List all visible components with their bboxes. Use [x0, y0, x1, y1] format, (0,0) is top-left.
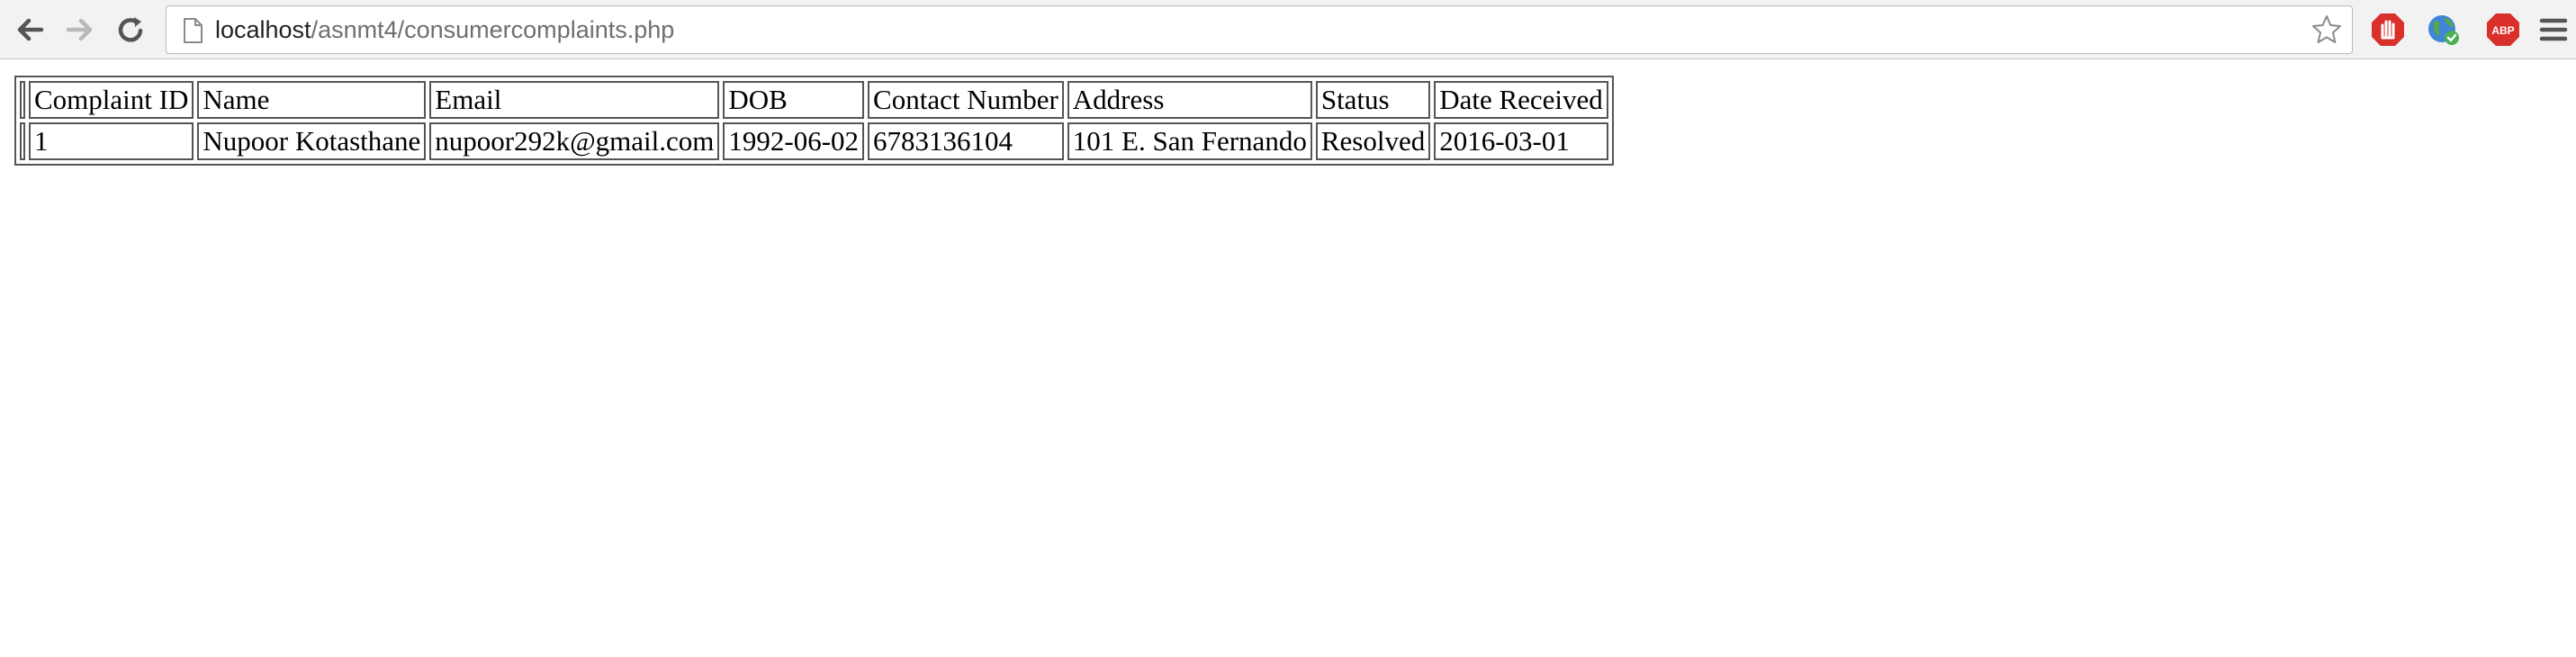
svg-text:ABP: ABP — [2491, 24, 2514, 37]
column-header: Date Received — [1434, 81, 1608, 119]
table-row: 1 Nupoor Kotasthane nupoor292k@gmail.com… — [20, 122, 1608, 160]
page-icon — [184, 18, 203, 43]
empty-cell — [20, 81, 25, 119]
browser-toolbar: localhost/asnmt4/consumercomplaints.php … — [0, 0, 2576, 59]
empty-cell — [20, 122, 25, 160]
reload-icon — [118, 17, 143, 42]
table-header-row: Complaint ID Name Email DOB Contact Numb… — [20, 81, 1608, 119]
arrow-left-icon — [17, 18, 44, 41]
table-cell: 101 E. San Fernando — [1067, 122, 1312, 160]
arrow-right-icon — [66, 18, 93, 41]
complaints-table: Complaint ID Name Email DOB Contact Numb… — [14, 76, 1614, 166]
table-cell: 1 — [29, 122, 194, 160]
globe-extension-icon[interactable] — [2426, 12, 2462, 48]
column-header: Complaint ID — [29, 81, 194, 119]
bookmark-star-icon[interactable] — [2310, 14, 2343, 46]
table-cell: Resolved — [1315, 122, 1431, 160]
forward-button[interactable] — [59, 9, 101, 50]
address-bar[interactable]: localhost/asnmt4/consumercomplaints.php — [166, 5, 2353, 54]
column-header: Contact Number — [868, 81, 1064, 119]
url-text[interactable]: localhost/asnmt4/consumercomplaints.php — [215, 6, 674, 53]
column-header: DOB — [723, 81, 865, 119]
column-header: Name — [197, 81, 427, 119]
url-path: /asnmt4/consumercomplaints.php — [311, 16, 675, 43]
page-content: Complaint ID Name Email DOB Contact Numb… — [0, 59, 2576, 657]
stop-hand-extension-icon[interactable] — [2370, 12, 2406, 48]
table-cell: 1992-06-02 — [723, 122, 865, 160]
table-cell: nupoor292k@gmail.com — [429, 122, 720, 160]
reload-button[interactable] — [110, 9, 151, 50]
column-header: Status — [1315, 81, 1431, 119]
table-cell: Nupoor Kotasthane — [197, 122, 427, 160]
back-button[interactable] — [9, 9, 50, 50]
column-header: Email — [429, 81, 720, 119]
menu-icon[interactable] — [2538, 12, 2569, 48]
adblock-plus-icon[interactable]: ABP — [2485, 12, 2521, 48]
table-cell: 2016-03-01 — [1434, 122, 1608, 160]
url-host: localhost — [215, 16, 311, 43]
table-cell: 6783136104 — [868, 122, 1064, 160]
column-header: Address — [1067, 81, 1312, 119]
